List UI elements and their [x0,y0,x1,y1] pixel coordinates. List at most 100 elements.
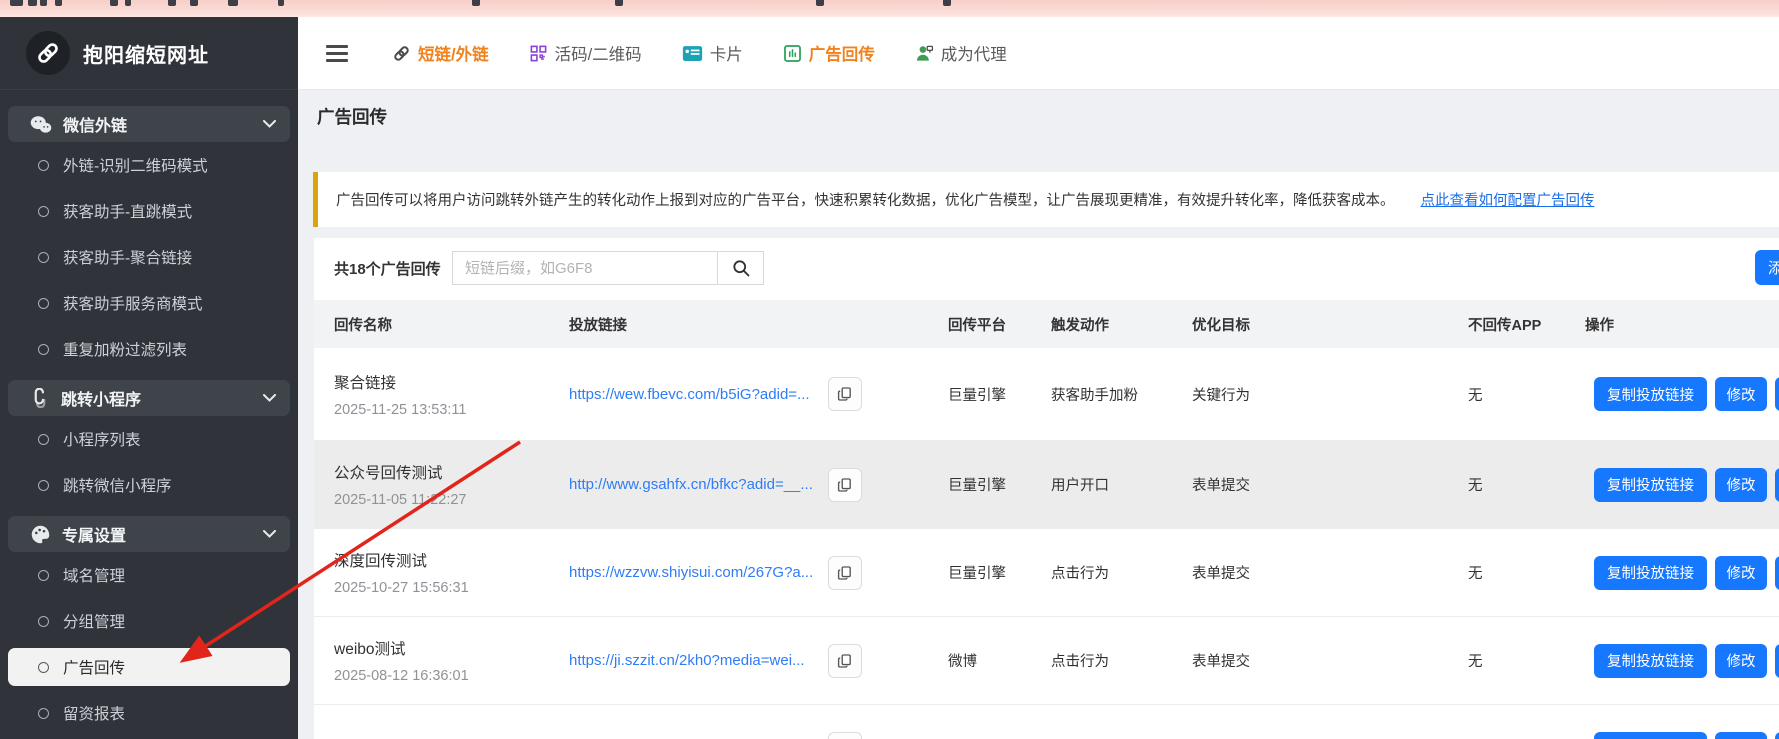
optimization-goal: 关键行为 [1192,384,1468,405]
search-input[interactable] [452,251,718,285]
browser-strip-mark [125,0,131,6]
sidebar-item-qr-recognition-mode[interactable]: 外链-识别二维码模式 [0,142,298,188]
trigger-action: 获客助手加粉 [1051,384,1192,405]
search-box [452,251,764,285]
bullet-circle-icon [38,252,49,263]
nav-item-become-agent[interactable]: 成为代理 [915,41,1007,65]
copy-delivery-link-button[interactable]: 复制投放链接 [1594,556,1707,590]
edit-button[interactable]: 修改 [1715,468,1767,502]
chevron-down-icon [263,120,276,128]
column-header-no-app: 不回传APP [1468,314,1585,335]
chevron-down-icon [263,530,276,538]
sidebar-item-direct-jump-mode[interactable]: 获客助手-直跳模式 [0,188,298,234]
browser-strip-mark [40,0,47,6]
callback-date: 2025-08-12 16:36:01 [334,668,569,684]
trigger-action: 用户开口 [1051,474,1192,495]
bullet-circle-icon [38,570,49,581]
sidebar-item-duplicate-fan-filter[interactable]: 重复加粉过滤列表 [0,326,298,372]
delete-button[interactable]: 删 [1775,468,1779,502]
browser-strip-mark [55,0,62,6]
no-callback-app: 无 [1468,384,1585,405]
delivery-link[interactable]: https://wew.fbevc.com/b5iG?adid=... [569,386,819,403]
edit-button[interactable]: 修改 [1715,556,1767,590]
sidebar-group-label: 专属设置 [62,522,126,546]
delete-button[interactable]: 删 [1775,732,1779,739]
table-row: weibo测试 2025-08-12 16:36:01 https://ji.s… [314,617,1779,705]
bullet-circle-icon [38,434,49,445]
palette-icon [30,524,51,545]
qr-icon [529,44,548,63]
agent-icon [915,44,934,63]
no-callback-app: 无 [1468,650,1585,671]
edit-button[interactable]: 修改 [1715,377,1767,411]
column-header-name: 回传名称 [334,314,569,335]
bullet-circle-icon [38,206,49,217]
sidebar-item-lead-report[interactable]: 留资报表 [0,690,298,736]
callback-name: 聚合链接 [334,371,569,393]
sidebar-group-label: 微信外链 [63,112,127,136]
browser-strip-mark [28,0,37,6]
card-icon [682,45,703,62]
sidebar-item-domain-management[interactable]: 域名管理 [0,552,298,598]
bullet-circle-icon [38,616,49,627]
column-header-goal: 优化目标 [1192,314,1468,335]
sidebar-item-aggregate-links[interactable]: 获客助手-聚合链接 [0,234,298,280]
sidebar-item-miniprogram-list[interactable]: 小程序列表 [0,416,298,462]
callback-platform: 巨量引擎 [948,384,1051,405]
copy-delivery-link-button[interactable]: 复制投放链接 [1594,644,1707,678]
column-header-actions: 操作 [1585,314,1779,335]
add-callback-button[interactable]: 添 [1755,250,1779,285]
copy-delivery-link-button[interactable]: 复制投放链接 [1594,377,1707,411]
sidebar-group-label: 跳转小程序 [61,386,141,410]
search-icon [731,258,751,278]
sidebar-group-wechat-links[interactable]: 微信外链 [8,106,290,142]
sidebar-item-group-management[interactable]: 分组管理 [0,598,298,644]
delete-button[interactable]: 删 [1775,377,1779,411]
copy-delivery-link-button[interactable]: 复制投放链接 [1594,732,1707,739]
delete-button[interactable]: 删 [1775,644,1779,678]
nav-item-live-qr-code[interactable]: 活码/二维码 [529,41,642,65]
copy-link-icon-button[interactable] [828,468,862,502]
delivery-link[interactable]: http://www.gsahfx.cn/bfkc?adid=__... [569,476,819,493]
sidebar-menu: 微信外链 外链-识别二维码模式 获客助手-直跳模式 获客助手-聚合链接 获客助手… [0,90,298,736]
copy-link-icon-button[interactable] [828,377,862,411]
search-button[interactable] [717,251,764,285]
delete-button[interactable]: 删 [1775,556,1779,590]
sidebar-item-ad-callback[interactable]: 广告回传 [8,648,290,686]
browser-strip-mark [943,0,951,6]
copy-icon [837,653,853,669]
optimization-goal: 表单提交 [1192,650,1468,671]
sidebar-item-jump-wechat-miniprogram[interactable]: 跳转微信小程序 [0,462,298,508]
browser-strip-mark [816,0,824,6]
delivery-link[interactable]: https://ji.szzit.cn/2kh0?media=wei... [569,652,819,669]
logo: 抱阳缩短网址 [0,17,298,90]
edit-button[interactable]: 修改 [1715,732,1767,739]
sidebar-group-exclusive-settings[interactable]: 专属设置 [8,516,290,552]
copy-link-icon-button[interactable] [828,556,862,590]
bullet-circle-icon [38,480,49,491]
copy-delivery-link-button[interactable]: 复制投放链接 [1594,468,1707,502]
nav-item-card[interactable]: 卡片 [682,41,743,65]
main-content: 广告回传 广告回传可以将用户访问跳转外链产生的转化动作上报到对应的广告平台，快速… [298,90,1779,739]
app-window: 抱阳缩短网址 微信外链 外链-识别二维码模式 获客助手-直跳模式 [0,0,1779,739]
sidebar: 抱阳缩短网址 微信外链 外链-识别二维码模式 获客助手-直跳模式 [0,17,298,739]
trigger-action: 点击行为 [1051,562,1192,583]
sidebar-item-service-provider-mode[interactable]: 获客助手服务商模式 [0,280,298,326]
copy-link-icon-button[interactable] [828,732,862,739]
banner-config-help-link[interactable]: 点此查看如何配置广告回传 [1421,189,1595,210]
browser-strip-mark [190,0,198,6]
callback-date: 2025-11-25 13:53:11 [334,402,569,418]
callback-name: weibo测试 [334,637,569,659]
hamburger-menu-icon[interactable] [326,45,348,62]
sidebar-group-miniprogram-jump[interactable]: 跳转小程序 [8,380,290,416]
table-header-row: 回传名称 投放链接 回传平台 触发动作 优化目标 不回传APP 操作 [314,300,1779,348]
top-navigation: 短链/外链 活码/二维码 卡片 广告回传 [298,17,1779,90]
copy-link-icon-button[interactable] [828,644,862,678]
callback-table: 回传名称 投放链接 回传平台 触发动作 优化目标 不回传APP 操作 聚合链接 … [314,300,1779,739]
delivery-link[interactable]: https://wzzvw.shiyisui.com/267G?a... [569,564,819,581]
edit-button[interactable]: 修改 [1715,644,1767,678]
nav-item-ad-callback[interactable]: 广告回传 [783,41,875,65]
toolbar: 共18个广告回传 添 [314,250,1779,286]
link-icon [392,44,411,63]
nav-item-short-links[interactable]: 短链/外链 [392,41,489,65]
